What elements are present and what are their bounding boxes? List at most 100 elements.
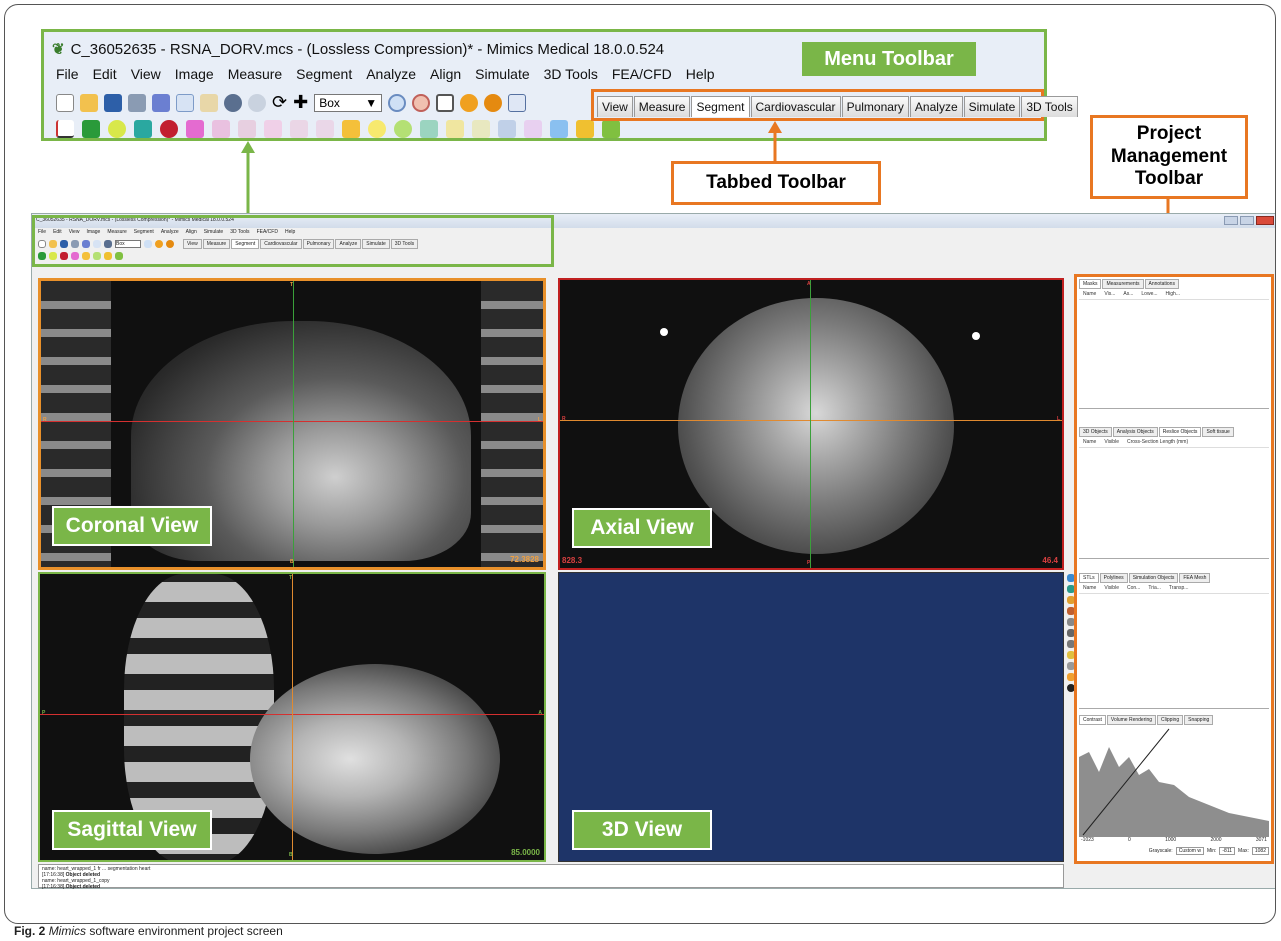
app-smooth-icon[interactable] (93, 252, 101, 260)
sagittal-crosshair-h (40, 714, 544, 715)
app-tab-pulmonary[interactable]: Pulmonary (302, 239, 335, 249)
app-box-select[interactable]: Box (115, 240, 141, 248)
stl-col-triangles: Tria... (1148, 585, 1161, 591)
figure-caption: Fig. 2 Mimics software environment proje… (14, 924, 283, 938)
app-menu-simulate[interactable]: Simulate (204, 229, 223, 235)
axial-marker-right (972, 332, 980, 340)
coronal-crosshair-v (293, 281, 294, 567)
app-tab-measure[interactable]: Measure (202, 239, 231, 249)
app-undo-icon[interactable] (104, 240, 112, 248)
app-tab-segment[interactable]: Segment (231, 239, 260, 249)
tab-simulation-objects[interactable]: Simulation Objects (1128, 573, 1179, 583)
app-window: C_36052635 - RSNA_DORV.mcs - (Lossless C… (31, 213, 1275, 890)
tab-snapping[interactable]: Snapping (1184, 715, 1214, 725)
app-menu-edit[interactable]: Edit (53, 229, 62, 235)
close-button[interactable] (1256, 216, 1274, 225)
app-new-icon[interactable] (38, 240, 46, 248)
app-menu-3d-tools[interactable]: 3D Tools (230, 229, 249, 235)
tab-volume-rendering[interactable]: Volume Rendering (1106, 715, 1157, 725)
app-menu-analyze[interactable]: Analyze (161, 229, 179, 235)
app-info-icon[interactable] (155, 240, 163, 248)
maximize-button[interactable] (1240, 216, 1254, 225)
masks-col-visible: Vis... (1104, 291, 1116, 297)
app-tab-cardiovascular[interactable]: Cardiovascular (260, 239, 302, 249)
grayscale-row: Grayscale: Custom w Min: -811 Max: 1082 (1079, 847, 1269, 855)
coronal-orient-left: R (43, 417, 47, 423)
caption-text: software environment project screen (86, 924, 283, 938)
app-menu-image[interactable]: Image (86, 229, 100, 235)
tab-annotations[interactable]: Annotations (1144, 279, 1179, 289)
stl-col-contour: Con... (1126, 585, 1141, 591)
app-threshold-icon[interactable] (38, 252, 46, 260)
tab-stls[interactable]: STLs (1079, 573, 1099, 583)
tab-soft-tissue[interactable]: Soft tissue (1202, 427, 1234, 437)
stl-header: Name Visible Con... Tria... Transp... (1079, 583, 1269, 594)
histogram-axis: -1023 0 1000 2000 3071 (1079, 837, 1269, 843)
max-input[interactable]: 1082 (1251, 847, 1269, 855)
objects-col-name: Name (1083, 439, 1097, 445)
coronal-orient-right: L (537, 417, 541, 423)
app-tab-analyze[interactable]: Analyze (335, 239, 362, 249)
objects-col-length: Cross-Section Length (mm) (1126, 439, 1189, 445)
app-menu-help[interactable]: Help (285, 229, 295, 235)
app-copy-icon[interactable] (93, 240, 101, 248)
stl-col-visible: Visible (1104, 585, 1119, 591)
log-time-3: [17:16:38] (42, 884, 65, 890)
project-management-panel: Masks Measurements Annotations Name Vis.… (1074, 274, 1274, 864)
app-save-icon[interactable] (60, 240, 68, 248)
grayscale-select[interactable]: Custom w (1175, 847, 1204, 855)
axis-tick-4: 3071 (1255, 837, 1267, 843)
contrast-histogram[interactable] (1079, 727, 1269, 837)
axis-tick-2: 1000 (1165, 837, 1177, 843)
tabbed-connector-arrow (768, 121, 782, 133)
app-menu-bar: File Edit View Image Measure Segment Ana… (38, 229, 295, 235)
app-open-icon[interactable] (49, 240, 57, 248)
tab-3d-objects[interactable]: 3D Objects (1079, 427, 1112, 437)
axial-marker-left (660, 328, 668, 336)
app-menu-segment[interactable]: Segment (134, 229, 154, 235)
app-graph-icon[interactable] (82, 252, 90, 260)
tab-masks[interactable]: Masks (1079, 279, 1102, 289)
tabbed-toolbar-label: Tabbed Toolbar (671, 161, 881, 205)
masks-col-name: Name (1083, 291, 1097, 297)
tab-reslice-objects[interactable]: Reslice Objects (1158, 427, 1202, 437)
objects-header: Name Visible Cross-Section Length (mm) (1079, 437, 1269, 448)
coronal-view-label: Coronal View (52, 506, 212, 546)
min-input[interactable]: -811 (1219, 847, 1236, 855)
axis-tick-0: -1023 (1081, 837, 1094, 843)
masks-col-as: As... (1123, 291, 1134, 297)
tab-fea-mesh[interactable]: FEA Mesh (1179, 573, 1211, 583)
app-calc-3d-icon[interactable] (60, 252, 68, 260)
3d-view-label: 3D View (572, 810, 712, 850)
tab-analysis-objects[interactable]: Analysis Objects (1112, 427, 1158, 437)
sagittal-heart (250, 664, 500, 854)
app-menu-view[interactable]: View (69, 229, 80, 235)
app-mask-icon[interactable] (71, 252, 79, 260)
tab-clipping[interactable]: Clipping (1157, 715, 1184, 725)
app-brush-icon[interactable] (115, 252, 123, 260)
stl-col-transparency: Transp... (1168, 585, 1189, 591)
histogram-area (1079, 747, 1269, 837)
app-zoom-in-icon[interactable] (144, 240, 152, 248)
tab-measurements[interactable]: Measurements (1102, 279, 1144, 289)
contrast-section: Contrast Volume Rendering Clipping Snapp… (1079, 709, 1269, 855)
app-menu-align[interactable]: Align (186, 229, 197, 235)
app-region-grow-icon[interactable] (49, 252, 57, 260)
app-menu-fea-cfd[interactable]: FEA/CFD (257, 229, 278, 235)
app-layers-icon[interactable] (104, 252, 112, 260)
sagittal-view-label: Sagittal View (52, 810, 212, 850)
tab-polylines[interactable]: Polylines (1099, 573, 1128, 583)
app-tab-3d-tools[interactable]: 3D Tools (390, 239, 419, 249)
app-import-icon[interactable] (82, 240, 90, 248)
app-help-icon[interactable] (166, 240, 174, 248)
app-menu-file[interactable]: File (38, 229, 46, 235)
tab-contrast[interactable]: Contrast (1079, 715, 1106, 725)
log-panel: name: heart_wrapped_1 fr ... segmentatio… (38, 864, 1064, 890)
minimize-button[interactable] (1224, 216, 1238, 225)
axial-orient-bottom: P (807, 560, 811, 566)
app-tab-simulate[interactable]: Simulate (362, 239, 390, 249)
stl-col-name: Name (1083, 585, 1097, 591)
app-menu-measure[interactable]: Measure (107, 229, 126, 235)
app-tab-view[interactable]: View (183, 239, 202, 249)
app-print-icon[interactable] (71, 240, 79, 248)
